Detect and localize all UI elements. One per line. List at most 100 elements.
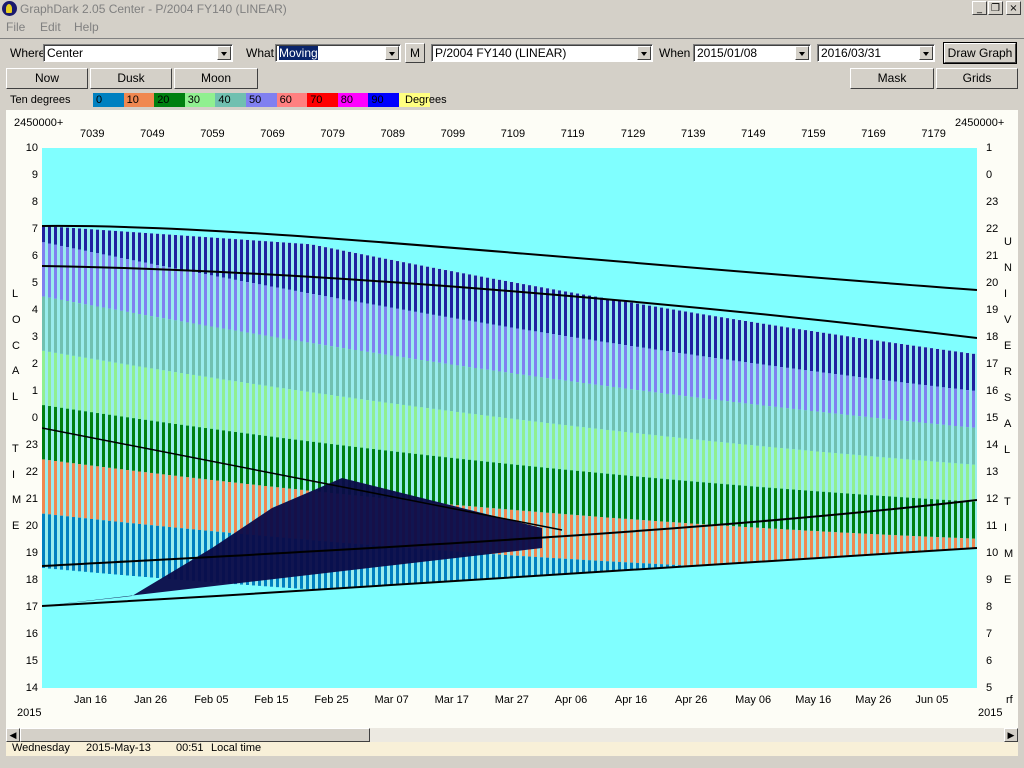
altitude-band-gap bbox=[969, 538, 972, 549]
altitude-band bbox=[918, 422, 921, 461]
object-select[interactable]: P/2004 FY140 (LINEAR) bbox=[431, 44, 653, 62]
visibility-plot[interactable] bbox=[42, 148, 977, 688]
altitude-band bbox=[942, 537, 945, 551]
grids-button[interactable]: Grids bbox=[936, 68, 1018, 89]
menu-file[interactable]: File bbox=[6, 20, 25, 34]
right-hour-tick: 11 bbox=[986, 520, 998, 532]
chevron-down-icon[interactable] bbox=[637, 46, 651, 60]
altitude-band-gap bbox=[549, 423, 552, 468]
menu-edit[interactable]: Edit bbox=[40, 20, 61, 34]
altitude-band bbox=[396, 308, 399, 357]
chevron-down-icon[interactable] bbox=[919, 46, 933, 60]
altitude-band bbox=[48, 406, 51, 461]
minimize-button[interactable]: _ bbox=[972, 1, 987, 15]
horizontal-scrollbar[interactable]: ◀ ▶ bbox=[6, 728, 1018, 742]
altitude-band bbox=[690, 396, 693, 440]
scroll-right-icon[interactable]: ▶ bbox=[1004, 728, 1018, 742]
altitude-band bbox=[828, 333, 831, 374]
altitude-band bbox=[456, 458, 459, 506]
menu-help[interactable]: Help bbox=[74, 20, 99, 34]
altitude-band-gap bbox=[741, 320, 744, 362]
restore-button[interactable]: ❐ bbox=[988, 1, 1003, 15]
altitude-band bbox=[972, 501, 975, 539]
altitude-band bbox=[720, 483, 723, 526]
altitude-band bbox=[516, 555, 519, 577]
altitude-band-gap bbox=[417, 406, 420, 454]
altitude-band bbox=[42, 242, 45, 297]
altitude-band bbox=[318, 295, 321, 345]
altitude-band bbox=[450, 364, 453, 412]
altitude-band-gap bbox=[873, 339, 876, 379]
altitude-band bbox=[810, 490, 813, 531]
m-button[interactable]: M bbox=[405, 43, 425, 63]
altitude-band-gap bbox=[867, 455, 870, 495]
altitude-band bbox=[594, 428, 597, 473]
jd-tick: 7089 bbox=[380, 128, 405, 140]
altitude-band bbox=[480, 368, 483, 415]
scroll-thumb[interactable] bbox=[20, 728, 370, 742]
altitude-band-gap bbox=[189, 322, 192, 375]
altitude-band bbox=[738, 444, 741, 486]
altitude-band-gap bbox=[291, 242, 294, 290]
altitude-band-gap bbox=[231, 380, 234, 432]
altitude-band-gap bbox=[63, 461, 66, 516]
altitude-band-gap bbox=[555, 558, 558, 575]
close-button[interactable]: × bbox=[1006, 1, 1021, 15]
altitude-band-gap bbox=[225, 481, 228, 533]
altitude-band bbox=[462, 273, 465, 320]
altitude-band-gap bbox=[159, 369, 162, 422]
altitude-band bbox=[504, 280, 507, 327]
date-from-select[interactable]: 2015/01/08 bbox=[693, 44, 811, 62]
altitude-band-gap bbox=[681, 395, 684, 438]
chevron-down-icon[interactable] bbox=[385, 46, 399, 60]
date-to-select[interactable]: 2016/03/31 bbox=[817, 44, 935, 62]
altitude-band bbox=[546, 557, 549, 575]
now-button[interactable]: Now bbox=[6, 68, 88, 89]
where-select[interactable]: Center bbox=[43, 44, 233, 62]
altitude-band-gap bbox=[141, 524, 144, 577]
altitude-band-gap bbox=[201, 273, 204, 325]
chevron-down-icon[interactable] bbox=[217, 46, 231, 60]
altitude-band bbox=[870, 378, 873, 418]
moon-button[interactable]: Moon bbox=[174, 68, 258, 89]
altitude-band bbox=[144, 472, 147, 525]
altitude-band-gap bbox=[201, 427, 204, 479]
altitude-band bbox=[72, 302, 75, 356]
altitude-band bbox=[108, 520, 111, 574]
altitude-band bbox=[924, 460, 927, 499]
altitude-band bbox=[384, 402, 387, 451]
legend-swatch-label: 70 bbox=[310, 94, 323, 106]
altitude-band-gap bbox=[741, 444, 744, 486]
altitude-band-gap bbox=[171, 423, 174, 476]
mask-button[interactable]: Mask bbox=[850, 68, 934, 89]
altitude-band-gap bbox=[471, 367, 474, 414]
altitude-band bbox=[114, 230, 117, 257]
altitude-band bbox=[966, 501, 969, 539]
what-select[interactable]: Moving bbox=[275, 44, 401, 62]
chevron-down-icon[interactable] bbox=[795, 46, 809, 60]
altitude-band bbox=[678, 522, 681, 566]
altitude-band-gap bbox=[639, 346, 642, 391]
altitude-band-gap bbox=[549, 512, 552, 558]
altitude-band bbox=[906, 344, 909, 384]
altitude-band bbox=[900, 344, 903, 383]
altitude-band bbox=[930, 385, 933, 424]
dusk-button[interactable]: Dusk bbox=[90, 68, 172, 89]
altitude-band-gap bbox=[147, 367, 150, 420]
scroll-track[interactable] bbox=[370, 728, 1004, 742]
altitude-band bbox=[462, 319, 465, 367]
altitude-band-gap bbox=[351, 251, 354, 301]
altitude-band-gap bbox=[975, 464, 977, 502]
altitude-band-gap bbox=[93, 358, 96, 413]
altitude-band-gap bbox=[879, 495, 882, 535]
altitude-band-gap bbox=[777, 366, 780, 407]
altitude-band bbox=[174, 268, 177, 321]
altitude-band bbox=[582, 294, 585, 339]
altitude-band bbox=[756, 404, 759, 446]
altitude-band-gap bbox=[897, 458, 900, 497]
draw-graph-button[interactable]: Draw Graph bbox=[943, 42, 1017, 64]
scroll-left-icon[interactable]: ◀ bbox=[6, 728, 20, 742]
altitude-band-gap bbox=[747, 403, 750, 445]
altitude-band bbox=[936, 424, 939, 462]
altitude-band-gap bbox=[291, 289, 294, 340]
